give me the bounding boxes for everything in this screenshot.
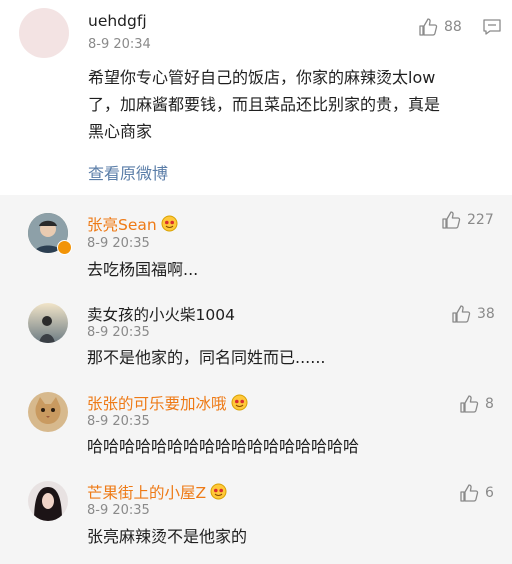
thumbs-up-icon	[452, 305, 471, 323]
avatar-image	[28, 481, 68, 521]
reply-time: 8-9 20:35	[87, 236, 150, 251]
like-button[interactable]: 6	[459, 483, 494, 503]
reply-username-text: 芒果街上的小屋Z	[87, 484, 207, 502]
thumbs-up-icon	[419, 18, 438, 36]
reply-username[interactable]: 芒果街上的小屋Z	[87, 481, 227, 503]
reply-text: 那不是他家的，同名同姓而已......	[87, 348, 326, 367]
reply-button[interactable]	[482, 17, 502, 37]
reply-time: 8-9 20:35	[87, 503, 150, 518]
reply-list	[0, 195, 512, 564]
like-count: 88	[444, 19, 462, 35]
like-count: 8	[485, 396, 494, 412]
like-count: 38	[477, 306, 495, 322]
avatar[interactable]	[19, 8, 69, 58]
thumbs-up-icon	[442, 211, 461, 229]
comment-username[interactable]: uehdgfj	[88, 12, 147, 30]
avatar-image	[28, 303, 68, 343]
reply-text: 张亮麻辣烫不是他家的	[87, 527, 248, 546]
reply-username-text: 张亮Sean	[87, 216, 157, 234]
thumbs-up-icon	[460, 395, 479, 413]
crown-emoji-icon	[231, 394, 248, 411]
reply-username[interactable]: 张亮Sean	[87, 213, 178, 235]
crown-emoji-icon	[210, 483, 227, 500]
like-count: 6	[485, 485, 494, 501]
comment-time: 8-9 20:34	[88, 37, 151, 52]
comment-icon	[483, 19, 501, 35]
comment-text-line: 了，加麻酱都要钱，而且菜品还比别家的贵，真是	[88, 95, 441, 114]
comment-text: 希望你专心管好自己的饭店，你家的麻辣烫太low 了，加麻酱都要钱，而且菜品还比别…	[88, 64, 440, 145]
like-button[interactable]: 227	[441, 210, 494, 230]
view-original-link[interactable]: 查看原微博	[88, 160, 168, 184]
avatar[interactable]	[28, 481, 68, 521]
reply-text: 哈哈哈哈哈哈哈哈哈哈哈哈哈哈哈哈哈	[87, 437, 360, 456]
thumbs-up-icon	[460, 484, 479, 502]
verified-badge-icon	[57, 240, 72, 255]
reply-username-text: 张张的可乐要加冰哦	[87, 395, 227, 413]
reply-text: 去吃杨国福啊...	[87, 260, 199, 279]
crown-emoji-icon	[161, 215, 178, 232]
like-button[interactable]: 38	[451, 304, 495, 324]
avatar-image	[28, 392, 68, 432]
main-comment: uehdgfj 8-9 20:34 88 希望你专心管好自己的饭店，你家的麻辣烫…	[0, 0, 512, 195]
reply-username[interactable]: 卖女孩的小火柴1004	[87, 303, 235, 325]
avatar[interactable]	[28, 303, 68, 343]
reply-time: 8-9 20:35	[87, 325, 150, 340]
like-button[interactable]: 8	[459, 394, 494, 414]
like-count: 227	[467, 212, 494, 228]
like-button[interactable]: 88	[418, 17, 462, 37]
reply-time: 8-9 20:35	[87, 414, 150, 429]
comment-text-line: 希望你专心管好自己的饭店，你家的麻辣烫太low	[88, 68, 436, 87]
avatar[interactable]	[28, 392, 68, 432]
comment-text-line: 黑心商家	[88, 122, 153, 141]
reply-username[interactable]: 张张的可乐要加冰哦	[87, 392, 248, 414]
